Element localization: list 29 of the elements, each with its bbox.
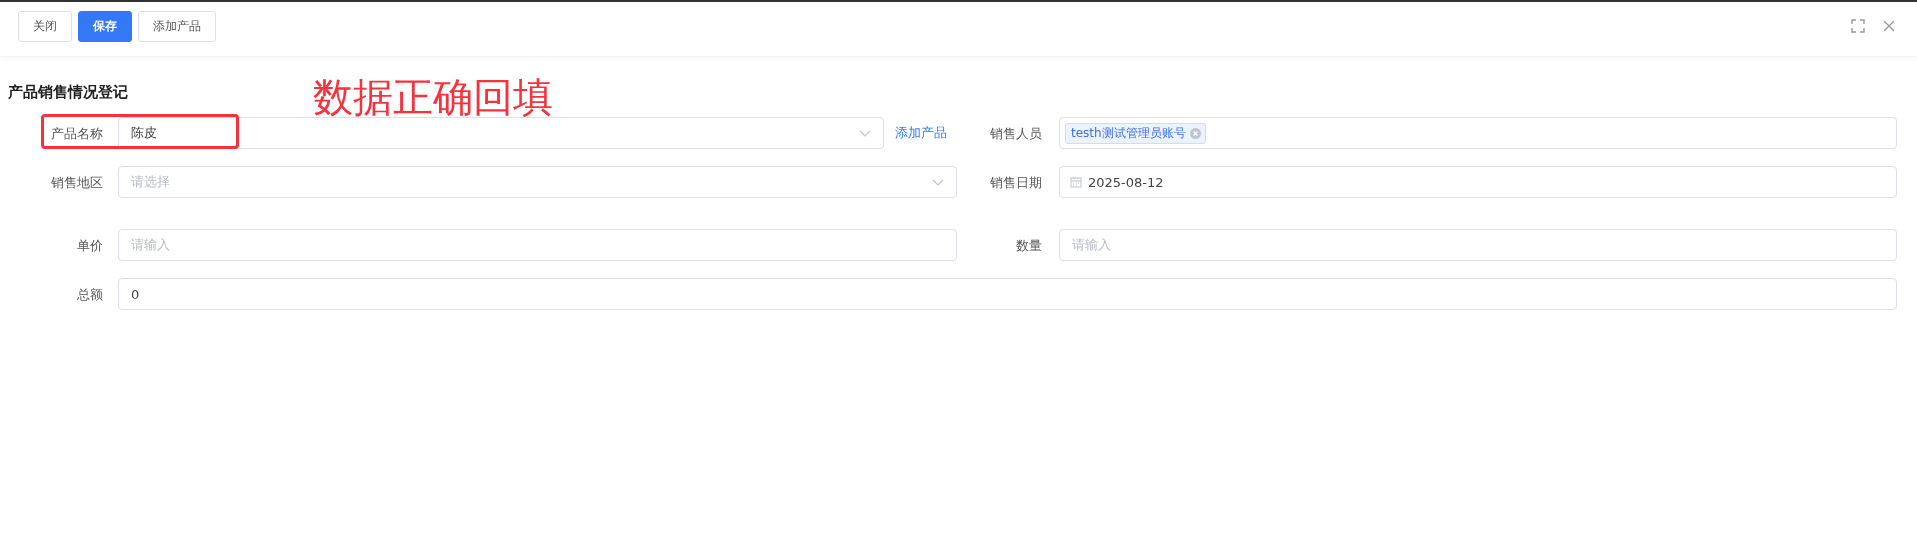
toolbar-button[interactable]: 添加产品: [138, 10, 216, 42]
field-placeholder: 请输入: [131, 236, 170, 254]
tag-select-field[interactable]: testh测试管理员账号: [1059, 117, 1897, 149]
field-label: 总额: [77, 287, 103, 302]
add-product-link[interactable]: 添加产品: [895, 124, 947, 142]
field-label: 销售日期: [990, 175, 1042, 190]
field-placeholder: 请输入: [1072, 236, 1111, 254]
clear-icon[interactable]: [1189, 127, 1201, 139]
field-label: 数量: [1016, 238, 1042, 253]
tag: testh测试管理员账号: [1065, 122, 1206, 144]
toolbar-button[interactable]: 关闭: [18, 10, 72, 42]
field-value: 2025-08-12: [1088, 174, 1164, 190]
input-field[interactable]: 0: [118, 278, 1897, 310]
field-value: 陈皮: [131, 124, 157, 142]
date-field[interactable]: 2025-08-12: [1059, 166, 1897, 198]
field-label: 销售人员: [990, 126, 1042, 141]
save-button[interactable]: 保存: [78, 10, 132, 42]
fullscreen-icon[interactable]: [1851, 19, 1865, 33]
select-field[interactable]: 陈皮: [118, 117, 884, 149]
calendar-icon: [1070, 176, 1082, 188]
field-placeholder: 请选择: [131, 173, 170, 191]
field-label: 单价: [77, 238, 103, 253]
field-value: 0: [131, 286, 140, 302]
field-label: 产品名称: [51, 126, 103, 141]
close-icon[interactable]: [1883, 20, 1895, 32]
chevron-down-icon: [859, 130, 871, 137]
field-label: 销售地区: [51, 175, 103, 190]
section-title: 产品销售情况登记: [8, 82, 128, 102]
chevron-down-icon: [932, 179, 944, 186]
